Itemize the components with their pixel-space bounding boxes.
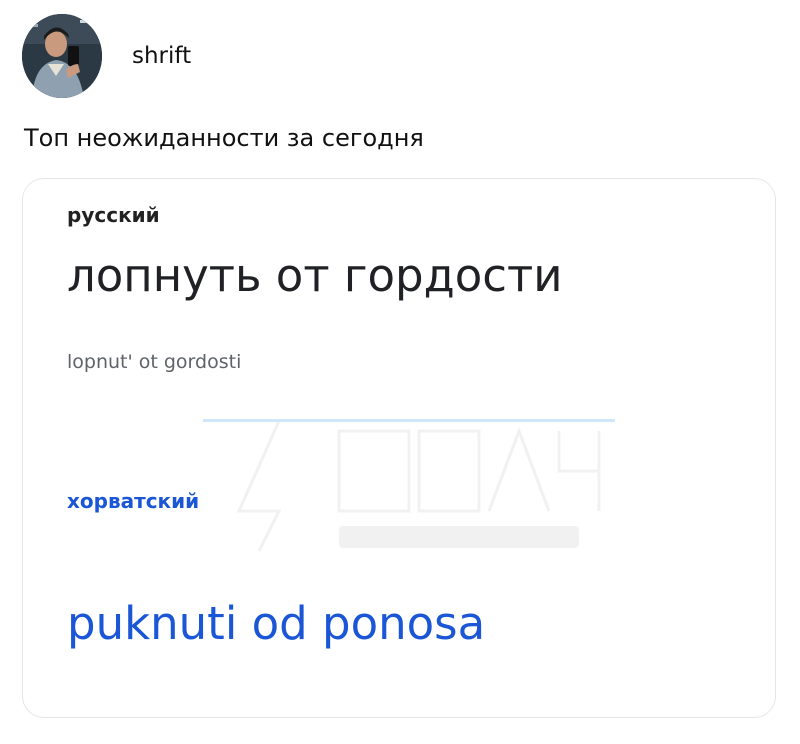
translation-card: русский лопнуть от гордости lopnut' ot g… [22, 178, 776, 718]
username[interactable]: shrift [132, 43, 191, 69]
divider [203, 419, 615, 422]
source-language-label[interactable]: русский [67, 203, 160, 227]
post-header: shrift [22, 14, 191, 98]
target-language-label[interactable]: хорватский [67, 489, 199, 513]
post: shrift Топ неожиданности за сегодня русс… [0, 0, 800, 744]
post-text: Топ неожиданности за сегодня [24, 124, 424, 152]
avatar[interactable] [22, 14, 102, 98]
watermark-logo-icon [236, 420, 601, 552]
avatar-photo-icon [22, 14, 102, 98]
translated-text: puknuti od ponosa [67, 597, 486, 650]
source-text: лопнуть от гордости [67, 249, 563, 302]
transliteration-text: lopnut' ot gordosti [67, 351, 242, 373]
